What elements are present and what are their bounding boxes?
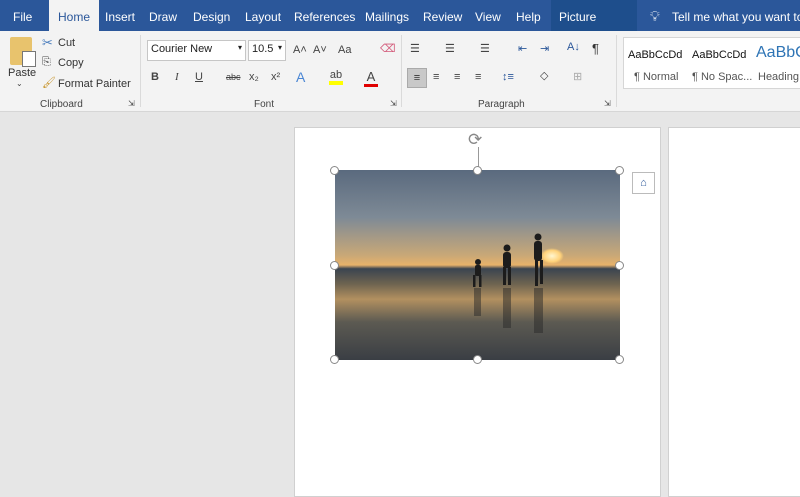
cut-button[interactable]: Cut: [58, 37, 75, 49]
styles-gallery: AaBbCcDd ¶ Normal AaBbCcDd ¶ No Spac... …: [623, 37, 800, 89]
style-heading1-preview[interactable]: AaBbC: [756, 44, 800, 62]
sort-icon[interactable]: A↓: [567, 41, 580, 53]
tab-mailings[interactable]: Mailings: [357, 0, 417, 31]
style-no-spacing-preview[interactable]: AaBbCcDd: [692, 49, 746, 61]
subscript-button[interactable]: x₂: [249, 71, 259, 83]
divider: [401, 35, 402, 107]
tab-review[interactable]: Review: [415, 0, 470, 31]
font-size-value: 10.5: [252, 43, 274, 55]
format-painter-button[interactable]: Format Painter: [58, 78, 131, 90]
lightbulb-icon: 💡︎: [650, 8, 660, 24]
resize-handle-w[interactable]: [330, 261, 339, 270]
tab-layout[interactable]: Layout: [237, 0, 289, 31]
font-name-select[interactable]: Courier New ▾: [147, 40, 246, 61]
resize-handle-ne[interactable]: [615, 166, 624, 175]
style-heading1[interactable]: Heading 1: [758, 71, 800, 83]
text-effects-icon[interactable]: A: [296, 69, 305, 85]
resize-handle-n[interactable]: [473, 166, 482, 175]
decrease-indent-icon[interactable]: ⇤: [518, 42, 527, 55]
font-group-label: Font: [254, 99, 275, 110]
bold-button[interactable]: B: [151, 71, 159, 83]
rotate-handle-icon[interactable]: ⟳: [468, 130, 482, 150]
numbering-icon[interactable]: ☰: [445, 42, 455, 55]
style-no-spacing[interactable]: ¶ No Spac...: [692, 71, 752, 83]
paragraph-group-label: Paragraph: [478, 99, 525, 110]
tab-design[interactable]: Design: [185, 0, 238, 31]
superscript-button[interactable]: x²: [271, 71, 280, 83]
grow-font-button[interactable]: A˄: [293, 44, 307, 56]
tab-help[interactable]: Help: [508, 0, 549, 31]
tab-references[interactable]: References: [286, 0, 363, 31]
tab-home[interactable]: Home: [49, 0, 100, 31]
copy-icon: ⎘: [42, 56, 51, 68]
highlight-icon[interactable]: ab: [329, 69, 343, 85]
tab-insert[interactable]: Insert: [97, 0, 143, 31]
paste-button[interactable]: Paste: [8, 67, 36, 79]
paste-icon[interactable]: [10, 37, 36, 67]
bullets-icon[interactable]: ☰: [410, 42, 420, 55]
italic-button[interactable]: I: [175, 71, 179, 83]
layout-options-icon[interactable]: ⌂: [632, 172, 655, 194]
change-case-button[interactable]: Aa: [338, 44, 351, 56]
resize-handle-sw[interactable]: [330, 355, 339, 364]
font-name-value: Courier New: [151, 43, 213, 55]
resize-handle-se[interactable]: [615, 355, 624, 364]
format-painter-icon: 🖌︎: [42, 77, 56, 89]
scissors-icon: ✂: [42, 35, 53, 50]
copy-button[interactable]: Copy: [58, 57, 84, 69]
silhouettes: [473, 233, 543, 333]
shrink-font-button[interactable]: A˅: [313, 44, 327, 56]
line-spacing-icon[interactable]: ↕≡: [502, 71, 514, 83]
font-color-icon[interactable]: A: [364, 69, 378, 87]
document-page-next[interactable]: [668, 127, 800, 497]
resize-handle-e[interactable]: [615, 261, 624, 270]
show-formatting-button[interactable]: ¶: [592, 41, 599, 56]
align-right-icon[interactable]: ≡: [454, 71, 460, 83]
font-launcher-icon[interactable]: ⇲: [390, 99, 397, 108]
resize-handle-nw[interactable]: [330, 166, 339, 175]
ribbon-tabs: File Home Insert Draw Design Layout Refe…: [0, 0, 800, 58]
paragraph-launcher-icon[interactable]: ⇲: [604, 99, 611, 108]
divider: [616, 35, 617, 107]
font-size-select[interactable]: 10.5 ▾: [248, 40, 286, 61]
tab-file[interactable]: File: [5, 0, 40, 31]
ribbon: Paste ⌄ ✂ Cut ⎘ Copy 🖌︎ Format Painter C…: [0, 31, 800, 112]
align-center-icon[interactable]: ≡: [433, 71, 439, 83]
clipboard-group-label: Clipboard: [40, 99, 83, 110]
divider: [140, 35, 141, 107]
increase-indent-icon[interactable]: ⇥: [540, 42, 549, 55]
strikethrough-button[interactable]: abc: [226, 72, 241, 82]
underline-button[interactable]: U: [195, 71, 203, 83]
tab-draw[interactable]: Draw: [141, 0, 185, 31]
resize-handle-s[interactable]: [473, 355, 482, 364]
clear-formatting-icon[interactable]: ⌫: [380, 42, 396, 55]
borders-icon[interactable]: ⊞: [573, 70, 582, 83]
tab-view[interactable]: View: [467, 0, 509, 31]
paste-dropdown-icon[interactable]: ⌄: [16, 79, 23, 88]
style-normal-preview[interactable]: AaBbCcDd: [628, 49, 682, 61]
clipboard-launcher-icon[interactable]: ⇲: [128, 99, 135, 108]
justify-icon[interactable]: ≡: [475, 71, 481, 83]
align-left-button[interactable]: ≡: [407, 68, 427, 88]
style-normal[interactable]: ¶ Normal: [634, 71, 678, 83]
tab-picture-format[interactable]: Picture Format: [551, 0, 637, 58]
shading-icon[interactable]: ◇: [540, 69, 548, 82]
selected-picture[interactable]: [335, 170, 620, 360]
multilevel-list-icon[interactable]: ☰: [480, 42, 490, 55]
tell-me-search[interactable]: Tell me what you want to do: [672, 10, 800, 24]
